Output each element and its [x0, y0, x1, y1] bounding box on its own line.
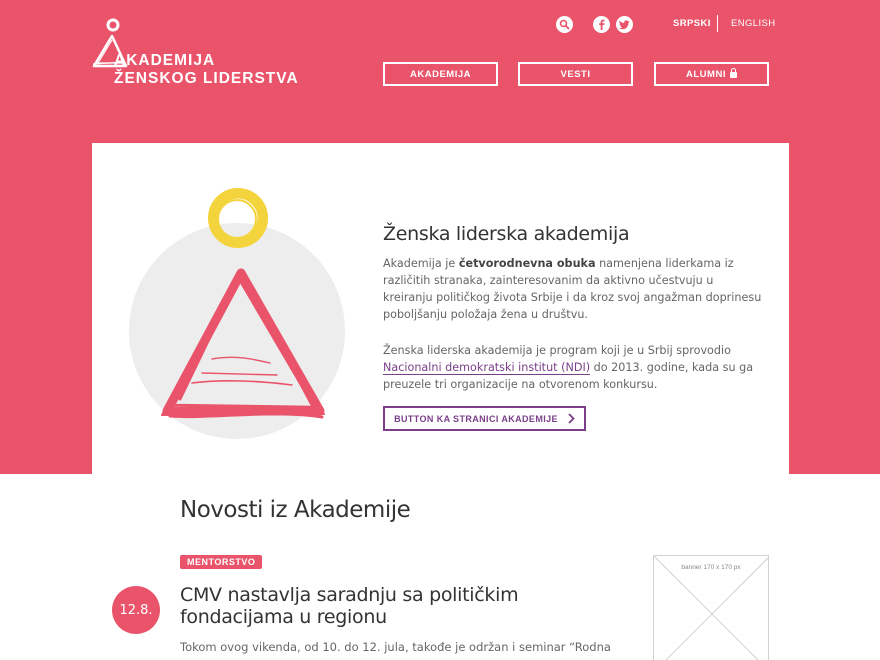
placeholder-cross-icon: [654, 556, 768, 660]
site-logo[interactable]: AKADEMIJA ŽENSKOG LIDERSTVA: [92, 18, 312, 90]
post-date-badge: 12.8.: [112, 586, 160, 634]
facebook-icon[interactable]: [593, 16, 610, 33]
nav-alumni-label: ALUMNI: [686, 68, 726, 80]
banner-placeholder: banner 170 x 170 px: [653, 555, 769, 660]
news-section-title: Novosti iz Akademije: [180, 497, 411, 523]
academy-page-button[interactable]: BUTTON KA STRANICI AKADEMIJE: [383, 406, 586, 431]
logo-text-line2: ŽENSKOG LIDERSTVA: [114, 70, 299, 87]
nav-vesti-button[interactable]: VESTI: [518, 62, 633, 86]
academy-illustration-icon: [161, 188, 325, 419]
nav-vesti-label: VESTI: [560, 68, 591, 80]
language-divider: [717, 15, 718, 32]
hero-paragraph-2: Ženska liderska akademija je program koj…: [383, 342, 763, 393]
post-date: 12.8.: [119, 602, 153, 618]
post-title-link[interactable]: CMV nastavlja saradnju sa političkim fon…: [180, 584, 630, 628]
academy-page-button-label: BUTTON KA STRANICI AKADEMIJE: [394, 413, 558, 424]
ndi-link[interactable]: Nacionalni demokratski institut (NDI): [383, 361, 591, 375]
chevron-right-icon: [568, 412, 575, 426]
twitter-icon[interactable]: [616, 16, 633, 33]
category-tag[interactable]: MENTORSTVO: [180, 555, 263, 569]
lock-icon: [729, 68, 737, 78]
hero-p2-before: Ženska liderska akademija je program koj…: [383, 344, 731, 357]
nav-akademija-button[interactable]: AKADEMIJA: [383, 62, 498, 86]
language-serbian[interactable]: SRPSKI: [673, 18, 711, 29]
hero-card: Ženska liderska akademija Akademija je č…: [92, 143, 789, 474]
language-english[interactable]: ENGLISH: [731, 18, 776, 29]
nav-alumni-button[interactable]: ALUMNI: [654, 62, 769, 86]
hero-p1-bold: četvorodnevna obuka: [458, 257, 596, 270]
logo-text-line1: AKADEMIJA: [114, 52, 216, 69]
nav-akademija-label: AKADEMIJA: [410, 68, 471, 80]
hero-p1-before: Akademija je: [383, 257, 459, 270]
hero-paragraph-1: Akademija je četvorodnevna obuka namenje…: [383, 255, 763, 323]
post-excerpt: Tokom ovog vikenda, od 10. do 12. jula, …: [180, 640, 611, 654]
hero-title: Ženska liderska akademija: [383, 223, 630, 245]
search-icon[interactable]: [556, 16, 573, 33]
banner-label: banner 170 x 170 px: [681, 564, 741, 571]
